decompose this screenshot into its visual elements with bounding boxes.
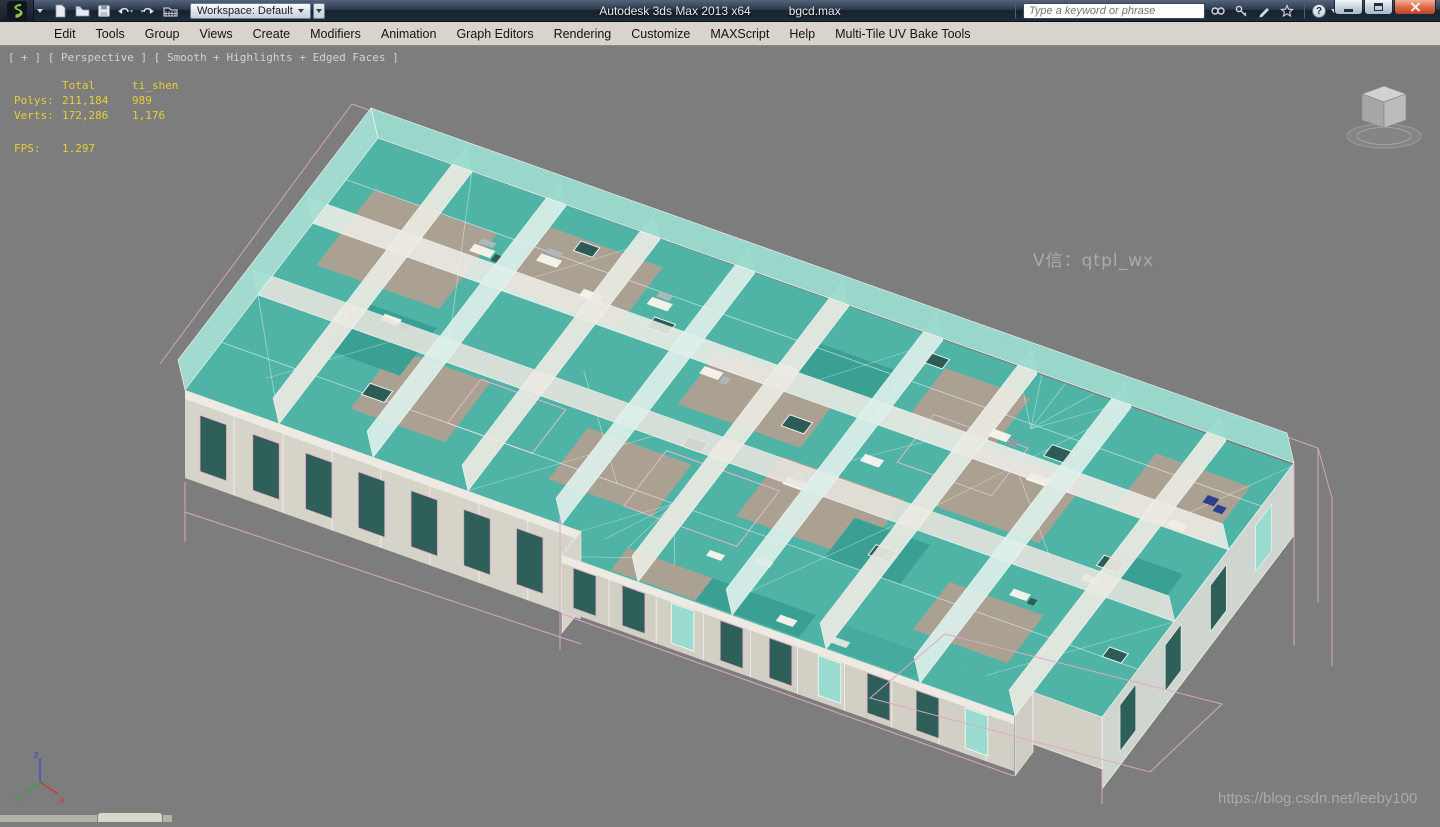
3dsmax-logo-icon <box>6 0 27 21</box>
file-title: bgcd.max <box>788 4 841 18</box>
menu-rendering[interactable]: Rendering <box>544 22 622 46</box>
stats-polys-label: Polys: <box>14 94 54 107</box>
viewcube[interactable] <box>1346 85 1422 149</box>
axis-y-label: y <box>14 793 20 804</box>
search-icon[interactable] <box>1208 2 1228 20</box>
maximize-icon <box>1374 3 1383 11</box>
workspace-label: Workspace: Default <box>197 4 293 17</box>
save-icon[interactable] <box>94 2 114 20</box>
chevron-down-icon <box>315 8 322 13</box>
window-controls <box>1333 0 1436 15</box>
app-menu-caret-icon[interactable] <box>37 8 43 13</box>
watermark-bottom: https://blog.csdn.net/leeby100 <box>1218 790 1418 807</box>
menu-multitile-uv-bake-tools[interactable]: Multi-Tile UV Bake Tools <box>825 22 980 46</box>
stats-verts-sel: 1,176 <box>132 109 166 122</box>
close-button[interactable] <box>1394 0 1436 15</box>
divider <box>1304 4 1305 18</box>
chevron-down-icon <box>297 8 304 13</box>
menu-create[interactable]: Create <box>243 22 301 46</box>
menu-animation[interactable]: Animation <box>371 22 447 46</box>
stats-col-total: Total <box>62 79 96 92</box>
workspace-selector[interactable]: Workspace: Default <box>190 2 311 19</box>
quick-access-toolbar <box>46 2 184 20</box>
workspace-menu-button[interactable] <box>312 2 325 19</box>
menu-graph-editors[interactable]: Graph Editors <box>446 22 543 46</box>
open-file-icon[interactable] <box>72 2 92 20</box>
viewport-statistics: Total ti_shen Polys: 211,184 989 Verts: 172,… <box>14 78 178 156</box>
application-menu-button[interactable] <box>0 0 34 22</box>
stats-fps-value: 1.297 <box>62 142 96 155</box>
menu-modifiers[interactable]: Modifiers <box>300 22 371 46</box>
menu-bar: Edit Tools Group Views Create Modifiers … <box>0 22 1440 46</box>
undo-icon[interactable] <box>116 2 136 20</box>
stats-polys-sel: 989 <box>132 94 152 107</box>
app-title: Autodesk 3ds Max 2013 x64 <box>599 4 751 18</box>
infocenter-search[interactable] <box>1023 3 1205 19</box>
close-icon <box>1410 2 1420 12</box>
key-icon[interactable] <box>1231 2 1251 20</box>
menu-maxscript[interactable]: MAXScript <box>700 22 779 46</box>
help-icon: ? <box>1312 4 1326 18</box>
menu-help[interactable]: Help <box>779 22 825 46</box>
maximize-button[interactable] <box>1364 0 1393 15</box>
menu-group[interactable]: Group <box>135 22 190 46</box>
axis-z-label: z <box>33 750 39 761</box>
new-file-icon[interactable] <box>50 2 70 20</box>
stats-verts-total: 172,286 <box>62 109 109 122</box>
menu-tools[interactable]: Tools <box>86 22 135 46</box>
stats-polys-total: 211,184 <box>62 94 109 107</box>
title-bar: Workspace: Default Autodesk 3ds Max 2013… <box>0 0 1440 22</box>
project-folder-icon[interactable] <box>160 2 180 20</box>
viewport-label[interactable]: [ + ] [ Perspective ] [ Smooth + Highlig… <box>8 51 399 64</box>
viewport-canvas[interactable]: z x y <box>0 46 1440 822</box>
world-axis-tripod: z x y <box>14 750 65 806</box>
axis-x-label: x <box>59 795 65 806</box>
divider <box>1015 4 1016 18</box>
perspective-viewport[interactable]: [ + ] [ Perspective ] [ Smooth + Highlig… <box>0 46 1440 822</box>
menu-views[interactable]: Views <box>189 22 242 46</box>
menu-edit[interactable]: Edit <box>44 22 86 46</box>
minimize-icon <box>1344 8 1353 12</box>
stats-col-selection: ti_shen <box>132 79 179 92</box>
star-icon[interactable] <box>1277 2 1297 20</box>
minimize-button[interactable] <box>1334 0 1363 15</box>
redo-icon[interactable] <box>138 2 158 20</box>
menu-customize[interactable]: Customize <box>621 22 700 46</box>
timeline-tab[interactable] <box>97 812 163 822</box>
pen-icon[interactable] <box>1254 2 1274 20</box>
search-input[interactable] <box>1029 5 1199 17</box>
stats-verts-label: Verts: <box>14 109 54 122</box>
watermark-center: V信：qtpl_wx <box>1033 251 1155 271</box>
stats-fps-label: FPS: <box>14 142 41 155</box>
